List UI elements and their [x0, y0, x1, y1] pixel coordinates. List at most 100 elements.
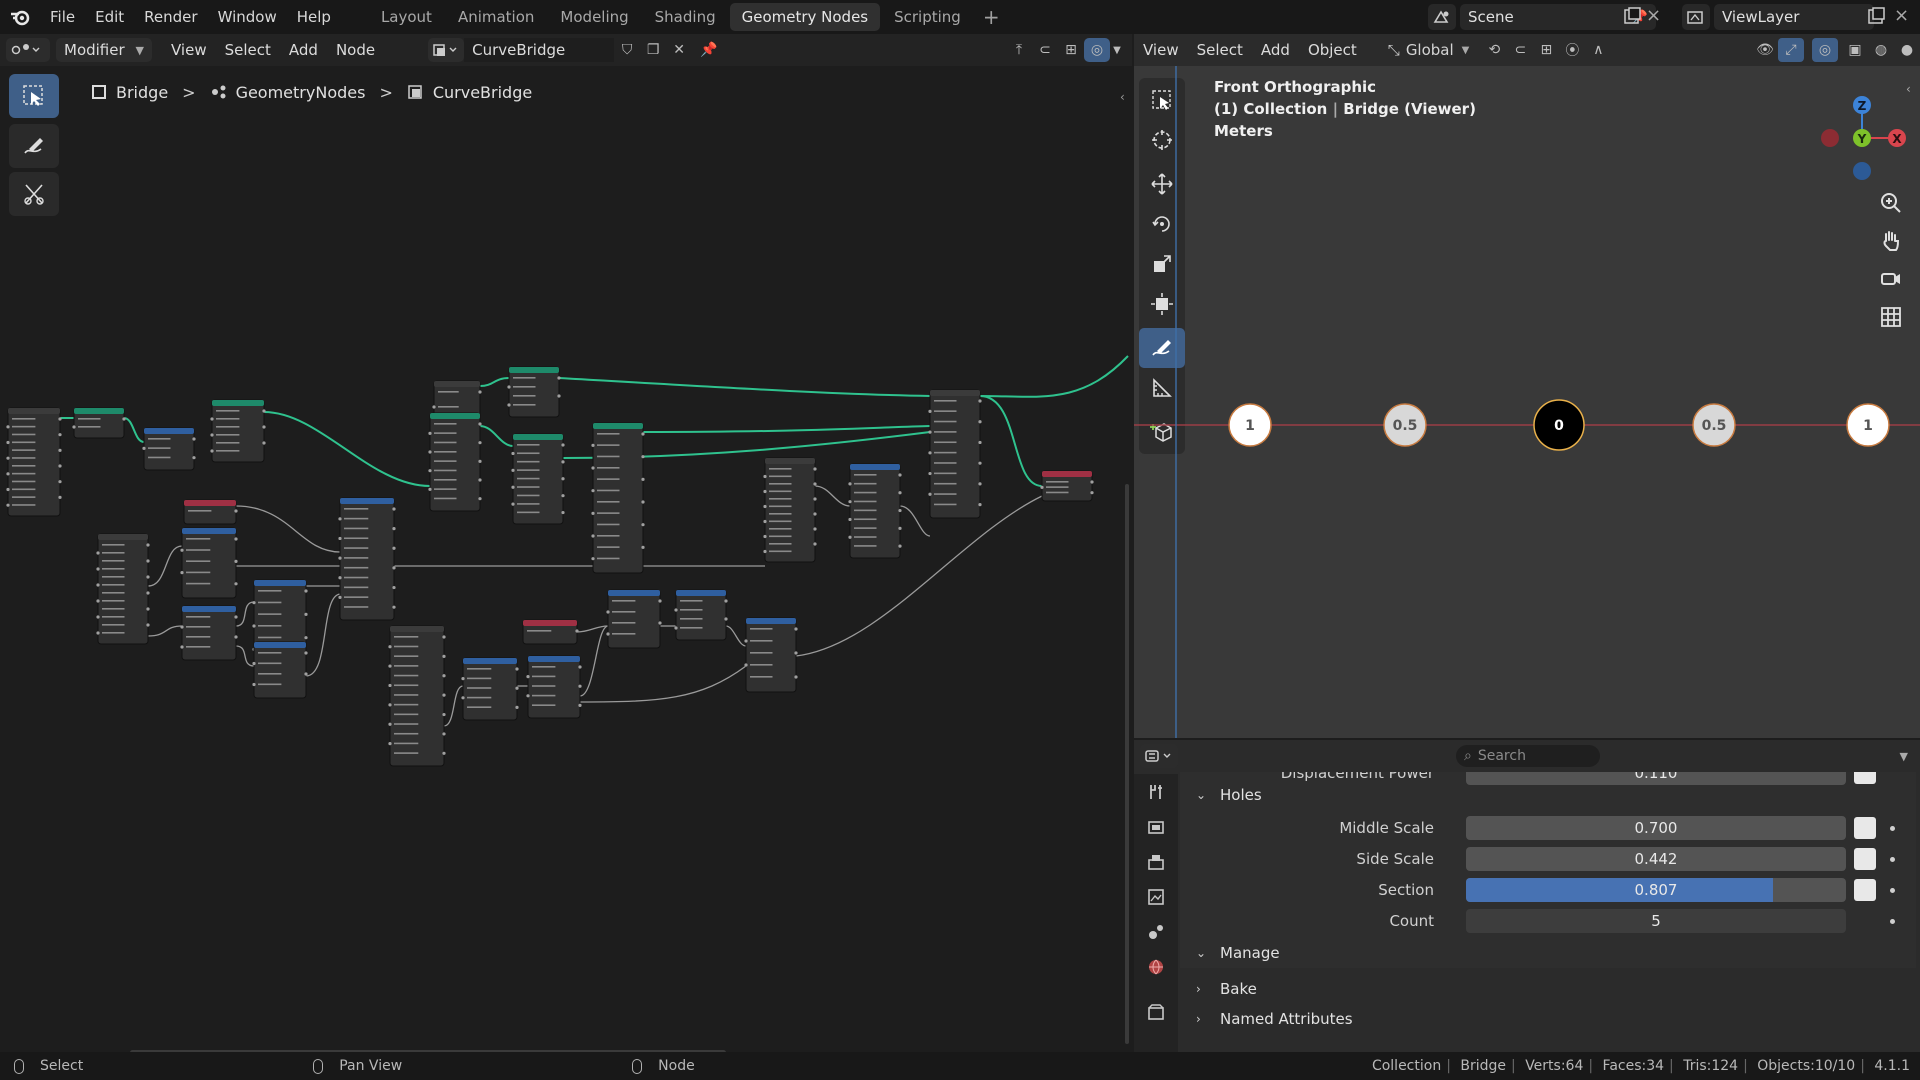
- node-socket[interactable]: [848, 500, 852, 504]
- node-socket[interactable]: [978, 503, 982, 507]
- geometry-link[interactable]: [479, 425, 514, 447]
- node-box[interactable]: [253, 641, 307, 699]
- node-socket[interactable]: [442, 674, 446, 678]
- node-socket[interactable]: [180, 571, 184, 575]
- node-box[interactable]: [508, 366, 560, 418]
- node-box[interactable]: [211, 399, 265, 463]
- node-socket[interactable]: [6, 425, 10, 429]
- node-socket[interactable]: [234, 635, 238, 639]
- node-box[interactable]: [181, 605, 237, 661]
- gizmo-neg-z[interactable]: [1853, 162, 1871, 180]
- node-tree-browse-icon[interactable]: [428, 38, 465, 62]
- node-socket[interactable]: [180, 625, 184, 629]
- bake-panel-header[interactable]: › Bake: [1196, 980, 1257, 998]
- node-socket[interactable]: [146, 575, 150, 579]
- node-socket[interactable]: [304, 612, 308, 616]
- middle-scale-field[interactable]: 0.700: [1466, 816, 1846, 840]
- geometry-link[interactable]: [479, 377, 510, 387]
- tab-animation[interactable]: Animation: [446, 3, 546, 31]
- scene-selector-icon[interactable]: [1428, 4, 1456, 30]
- keyframe-dot-icon[interactable]: [1890, 857, 1895, 862]
- menu-render[interactable]: Render: [134, 0, 207, 34]
- value-link[interactable]: [899, 505, 931, 537]
- node-socket[interactable]: [561, 510, 565, 515]
- keyframe-dot-icon[interactable]: [1890, 826, 1895, 831]
- node-socket[interactable]: [146, 591, 150, 595]
- section-slider[interactable]: 0.807: [1466, 878, 1846, 902]
- node-socket[interactable]: [58, 495, 62, 499]
- node-header[interactable]: [430, 413, 480, 419]
- tab-layout[interactable]: Layout: [369, 3, 444, 31]
- geometry-link[interactable]: [263, 411, 431, 487]
- node-socket[interactable]: [192, 437, 196, 441]
- node-header[interactable]: [254, 580, 306, 586]
- node-socket[interactable]: [898, 544, 902, 548]
- node-socket[interactable]: [6, 472, 10, 476]
- node-socket[interactable]: [813, 527, 817, 531]
- render-tab-icon[interactable]: [1134, 809, 1178, 844]
- node-socket[interactable]: [561, 477, 565, 481]
- menu-window[interactable]: Window: [208, 0, 287, 34]
- node-box[interactable]: [764, 457, 816, 563]
- node-header[interactable]: [184, 500, 236, 506]
- gizmo-icon[interactable]: ⤢: [1778, 38, 1804, 62]
- node-socket[interactable]: [442, 712, 446, 717]
- node-header[interactable]: [930, 390, 980, 396]
- menu-object[interactable]: Object: [1299, 41, 1366, 59]
- node-socket[interactable]: [210, 417, 214, 421]
- falloff-icon[interactable]: ∧: [1585, 38, 1611, 62]
- pin-icon[interactable]: 📌: [696, 38, 722, 62]
- node-socket[interactable]: [848, 535, 852, 539]
- node-socket[interactable]: [511, 468, 515, 472]
- transform-orientation-selector[interactable]: ⤡ Global ▼: [1388, 41, 1470, 59]
- value-link[interactable]: [814, 485, 851, 507]
- editor-type-icon[interactable]: [6, 38, 50, 62]
- value-link[interactable]: [305, 593, 341, 677]
- sidebar-toggle-icon[interactable]: ‹: [1906, 82, 1911, 96]
- node-socket[interactable]: [591, 557, 595, 561]
- named-attributes-panel-header[interactable]: › Named Attributes: [1196, 1010, 1353, 1028]
- 3d-viewport[interactable]: View Select Add Object ⤡ Global ▼ ⟲ ⊂ ⊞ …: [1134, 34, 1920, 738]
- node-socket[interactable]: [72, 425, 76, 429]
- input-attribute-toggle-icon[interactable]: [1854, 772, 1876, 784]
- node-socket[interactable]: [428, 487, 432, 491]
- node-socket[interactable]: [392, 546, 396, 550]
- value-link[interactable]: [147, 625, 183, 637]
- node-socket[interactable]: [813, 497, 817, 501]
- node-socket[interactable]: [561, 460, 565, 464]
- node-box[interactable]: [429, 412, 481, 512]
- node-socket[interactable]: [578, 665, 582, 669]
- node-socket[interactable]: [515, 705, 519, 710]
- node-socket[interactable]: [515, 686, 519, 690]
- node-socket[interactable]: [262, 409, 266, 413]
- value-link[interactable]: [235, 601, 255, 627]
- view-layer-tab-icon[interactable]: [1134, 879, 1178, 914]
- node-header[interactable]: [676, 590, 726, 596]
- node-socket[interactable]: [591, 443, 595, 447]
- node-socket[interactable]: [146, 559, 150, 563]
- view-layer-field[interactable]: ViewLayer: [1714, 4, 1874, 30]
- input-attribute-toggle-icon[interactable]: [1854, 817, 1876, 839]
- holes-panel-header[interactable]: ⌄ Holes: [1196, 786, 1262, 804]
- node-header[interactable]: [144, 428, 194, 434]
- node-socket[interactable]: [461, 677, 465, 681]
- node-socket[interactable]: [304, 651, 308, 655]
- node-socket[interactable]: [928, 430, 932, 434]
- node-socket[interactable]: [591, 534, 595, 538]
- node-socket[interactable]: [928, 471, 932, 476]
- new-view-layer-icon[interactable]: [1866, 7, 1886, 31]
- world-tab-icon[interactable]: [1134, 949, 1178, 984]
- node-socket[interactable]: [641, 523, 645, 527]
- node-header[interactable]: [74, 408, 124, 414]
- tab-geometry-nodes[interactable]: Geometry Nodes: [729, 3, 881, 31]
- tab-scripting[interactable]: Scripting: [882, 3, 973, 31]
- node-socket[interactable]: [606, 632, 610, 636]
- node-socket[interactable]: [561, 494, 565, 498]
- node-socket[interactable]: [146, 623, 150, 627]
- node-socket[interactable]: [641, 545, 645, 549]
- value-link[interactable]: [725, 625, 747, 647]
- keyframe-dot-icon[interactable]: [1890, 919, 1895, 924]
- node-socket[interactable]: [6, 503, 10, 507]
- node-socket[interactable]: [928, 492, 932, 496]
- context-selector[interactable]: Modifier ▼: [56, 38, 152, 62]
